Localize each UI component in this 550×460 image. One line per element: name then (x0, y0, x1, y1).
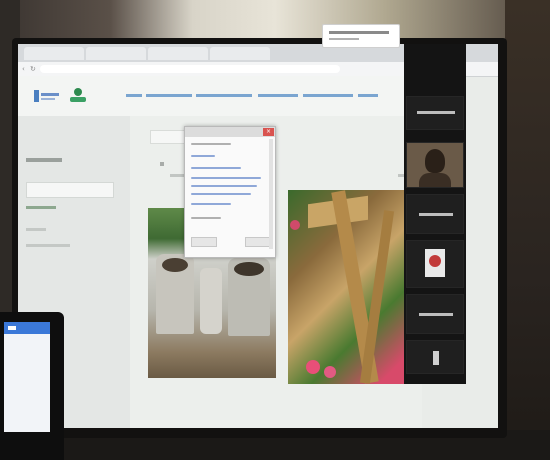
notification-text-blur (329, 38, 359, 40)
phone-screen[interactable] (4, 322, 50, 432)
soil (234, 262, 264, 276)
dialog-link-blur[interactable] (191, 167, 241, 169)
file-dialog: × (184, 126, 276, 258)
room-background-right (505, 0, 550, 460)
phone-app-bar (4, 322, 50, 334)
sidebar-search-input[interactable] (26, 182, 114, 198)
content-bullet (160, 162, 164, 166)
browser-tab[interactable] (148, 47, 208, 60)
dialog-button[interactable] (245, 237, 271, 247)
person-shoulders (419, 173, 451, 187)
sidebar-text-blur (26, 244, 70, 247)
garden-ladder-photo (288, 190, 404, 384)
participant-tile[interactable] (406, 194, 464, 234)
nav-link-blur[interactable] (258, 94, 298, 97)
avatar-graphic (429, 255, 441, 267)
browser-tab[interactable] (86, 47, 146, 60)
notification-popup[interactable] (322, 24, 400, 48)
soil (162, 258, 188, 272)
microphone-icon (433, 351, 439, 365)
wooden-ladder-rail (359, 210, 395, 384)
nav-link-blur[interactable] (358, 94, 378, 97)
person-icon (425, 149, 445, 173)
participant-video-tile[interactable] (406, 142, 464, 188)
dialog-link-blur[interactable] (191, 185, 257, 187)
dialog-link-blur[interactable] (191, 177, 261, 179)
nav-link-blur[interactable] (126, 94, 142, 97)
reload-icon[interactable]: ↻ (30, 65, 36, 73)
participant-avatar (425, 249, 445, 277)
url-input[interactable] (40, 65, 340, 73)
dialog-scrollbar[interactable] (269, 139, 273, 249)
participant-name-blur (419, 213, 453, 216)
sidebar-text-blur (26, 228, 46, 231)
sidebar-heading-blur (26, 158, 62, 162)
red-flower (290, 220, 300, 230)
browser-tab[interactable] (210, 47, 270, 60)
browser-tab[interactable] (24, 47, 84, 60)
dialog-button[interactable] (191, 237, 217, 247)
room-background-top (0, 0, 550, 40)
nav-link-blur[interactable] (146, 94, 192, 97)
site-logo[interactable] (32, 84, 92, 108)
participant-name-blur (419, 313, 453, 316)
dialog-text-blur (191, 143, 231, 145)
participant-tile[interactable] (406, 96, 464, 130)
participant-name-blur (417, 111, 455, 114)
site-header (18, 76, 422, 116)
phone-menu-icon[interactable] (8, 326, 16, 330)
nav-link-blur[interactable] (303, 94, 353, 97)
dialog-text-blur (191, 217, 221, 219)
nav-link-blur[interactable] (196, 94, 252, 97)
pink-flower (324, 366, 336, 378)
video-call-participant-panel (404, 44, 466, 384)
soil-bag (200, 268, 222, 334)
dialog-link-blur[interactable] (191, 155, 215, 157)
participant-tile[interactable] (406, 340, 464, 374)
participant-tile[interactable] (406, 294, 464, 334)
dialog-titlebar (185, 127, 275, 137)
back-arrow-icon[interactable]: ‹ (22, 65, 28, 73)
close-icon[interactable]: × (263, 128, 274, 136)
participant-tile[interactable] (406, 240, 464, 288)
sidebar-link-blur[interactable] (26, 206, 56, 209)
notification-text-blur (329, 31, 389, 34)
dialog-link-blur[interactable] (191, 203, 231, 205)
pink-flower (306, 360, 320, 374)
dialog-link-blur[interactable] (191, 193, 251, 195)
